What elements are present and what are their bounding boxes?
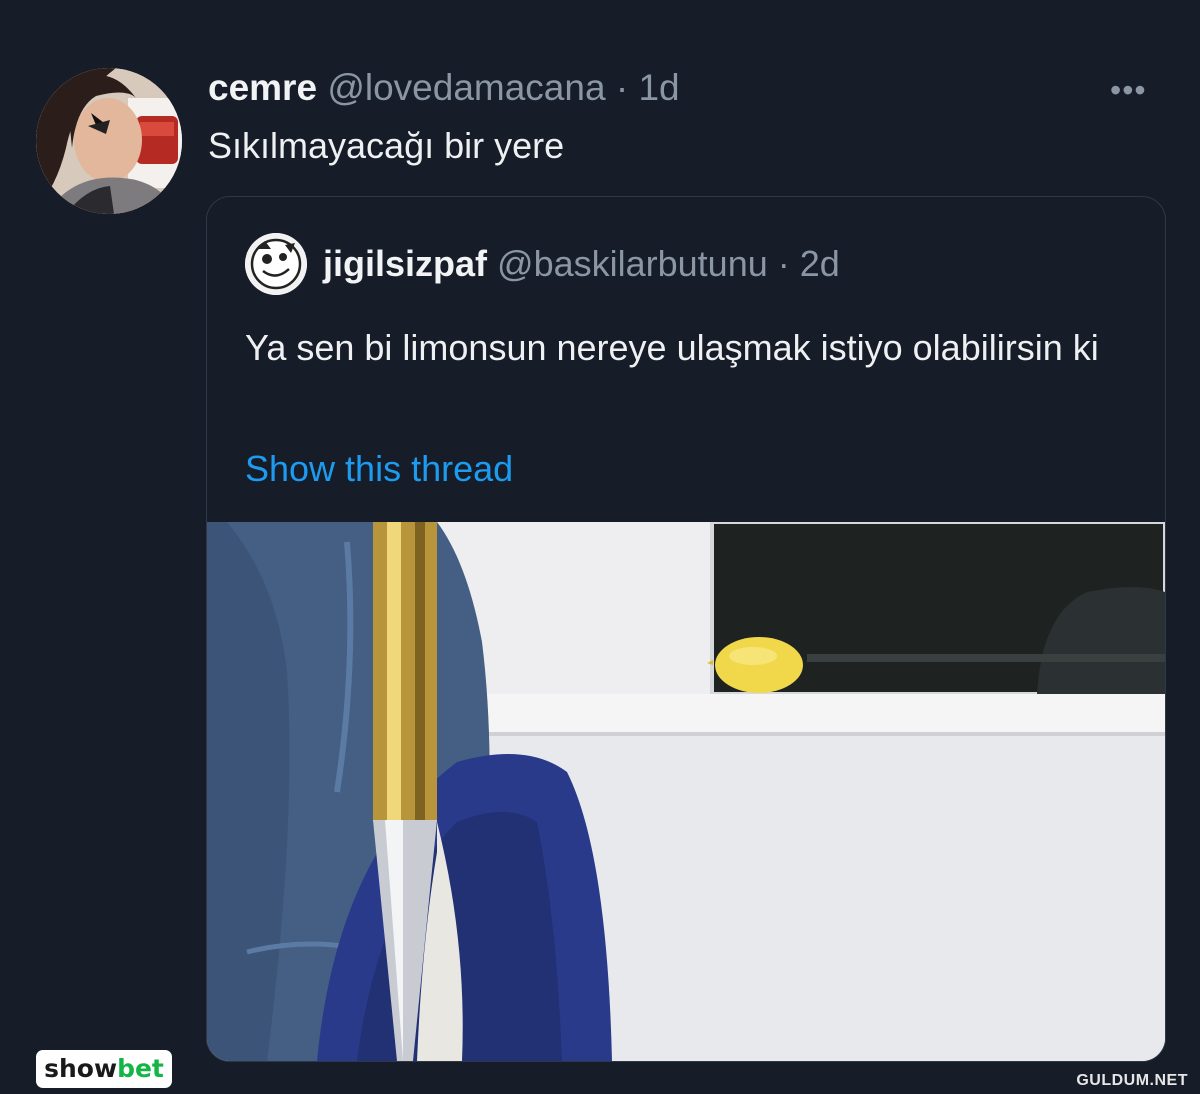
- quoted-author-handle[interactable]: @baskilarbutunu: [497, 243, 768, 284]
- quoted-tweet-card[interactable]: jigilsizpaf @baskilarbutunu · 2d Ya sen …: [206, 196, 1166, 1062]
- author-avatar[interactable]: [36, 68, 182, 214]
- quoted-tweet-photo[interactable]: [207, 522, 1165, 1061]
- show-thread-link[interactable]: Show this thread: [245, 445, 513, 493]
- quoted-tweet-header: jigilsizpaf @baskilarbutunu · 2d: [323, 242, 840, 286]
- tweet-header: cemre @lovedamacana · 1d: [208, 66, 680, 110]
- author-name[interactable]: cemre: [208, 67, 317, 108]
- quoted-tweet-time[interactable]: 2d: [800, 243, 840, 284]
- showbet-logo: showbet: [36, 1050, 172, 1088]
- author-handle[interactable]: @lovedamacana: [327, 67, 605, 108]
- more-horizontal-icon[interactable]: •••: [1110, 72, 1147, 109]
- tweet-time[interactable]: 1d: [638, 67, 679, 108]
- quoted-author-avatar: [245, 233, 307, 295]
- separator-dot: ·: [777, 243, 790, 284]
- quoted-tweet-text: Ya sen bi limonsun nereye ulaşmak istiyo…: [245, 327, 1099, 368]
- tweet-text: Sıkılmayacağı bir yere: [208, 125, 565, 166]
- quoted-author-name[interactable]: jigilsizpaf: [323, 243, 487, 284]
- site-watermark: GULDUM.NET: [1076, 1072, 1188, 1089]
- separator-dot: ·: [615, 67, 629, 108]
